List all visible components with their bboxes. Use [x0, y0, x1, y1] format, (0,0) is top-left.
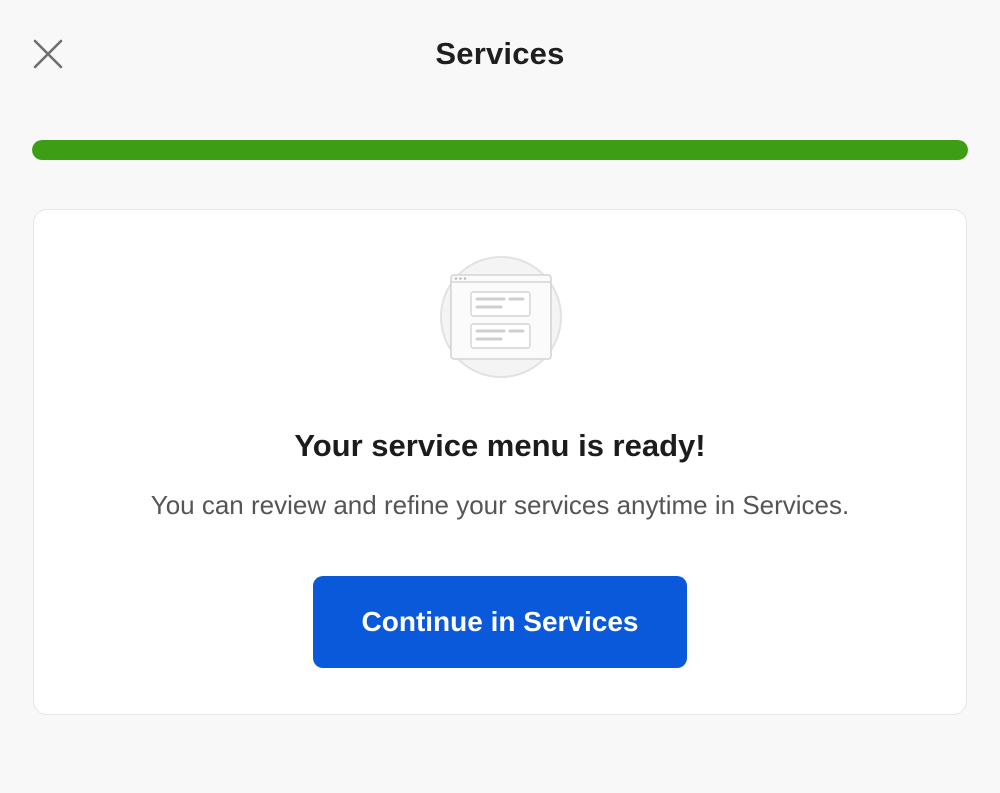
card-heading: Your service menu is ready! [294, 428, 706, 463]
progress-bar [32, 140, 968, 160]
card-description: You can review and refine your services … [150, 490, 850, 520]
header: Services [0, 0, 1000, 110]
progress-fill [32, 140, 968, 160]
page-title: Services [435, 36, 565, 71]
continue-in-services-button[interactable]: Continue in Services [313, 576, 687, 668]
service-menu-illustration-icon [440, 256, 562, 378]
completion-card: Your service menu is ready! You can revi… [33, 209, 967, 715]
